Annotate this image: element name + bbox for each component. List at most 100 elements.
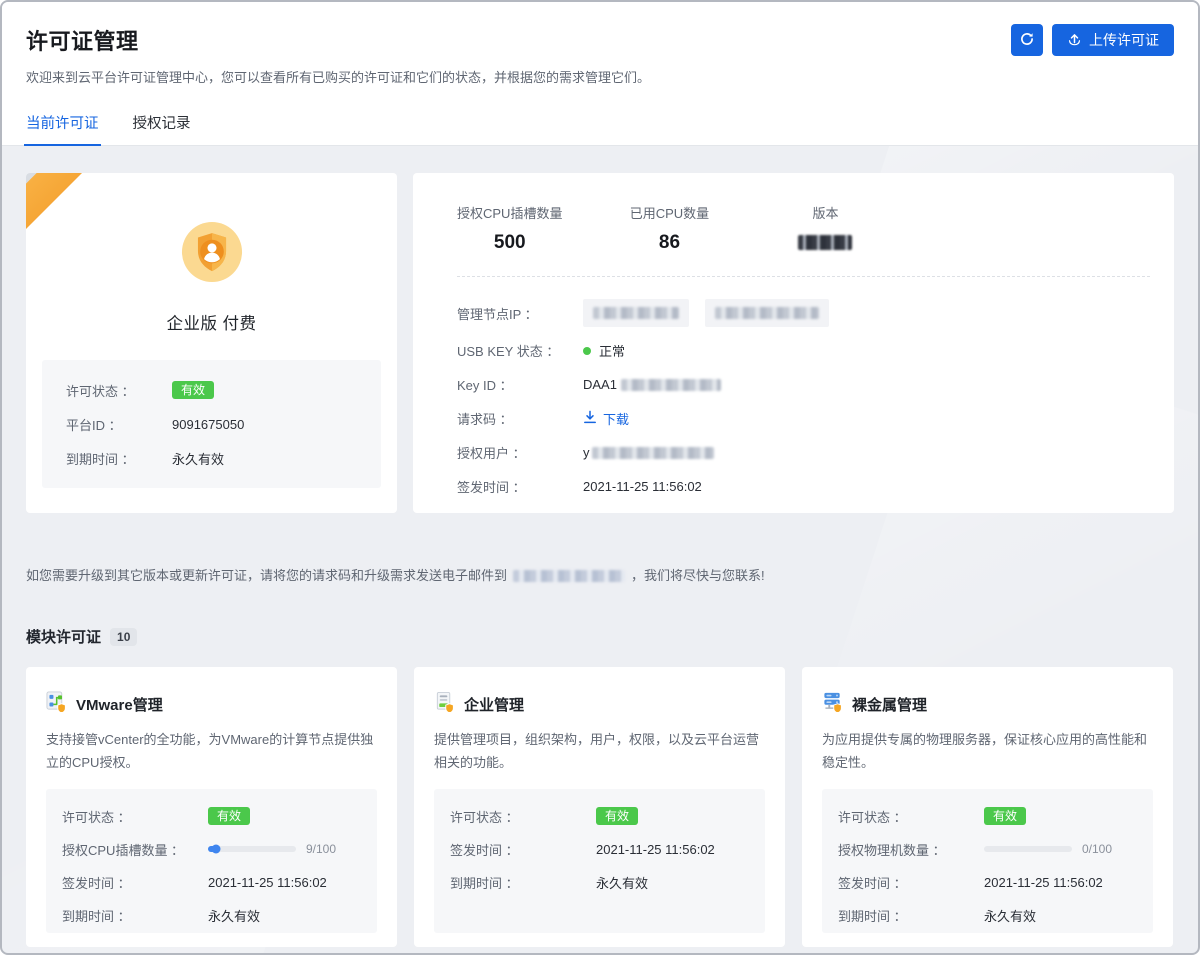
refresh-icon bbox=[1019, 31, 1035, 50]
module-description: 为应用提供专属的物理服务器，保证核心应用的高性能和稳定性。 bbox=[822, 729, 1153, 777]
key-id-label: Key ID ： bbox=[457, 375, 583, 394]
license-status-label: 许可状态 ： bbox=[66, 381, 172, 400]
expire-time-label: 到期时间 ： bbox=[66, 449, 172, 468]
progress-dot bbox=[211, 845, 220, 854]
header-actions: 上传许可证 bbox=[1011, 24, 1174, 56]
redacted-key-id bbox=[621, 379, 721, 391]
key-id-prefix: DAA1 bbox=[583, 377, 617, 392]
ip-pill bbox=[583, 299, 689, 327]
download-link-label: 下载 bbox=[603, 409, 629, 428]
license-info-box: 许可状态 ： 有效 平台ID ： 9091675050 到期时间 ： 永久有效 bbox=[42, 360, 381, 488]
module-cards-row: VMware管理 支持接管vCenter的全功能，为VMware的计算节点提供独… bbox=[26, 667, 1174, 947]
vmware-module-icon bbox=[46, 691, 67, 717]
management-node-ip-label: 管理节点IP ： bbox=[457, 304, 583, 323]
stat-authorized-cpu-slots: 授权CPU插槽数量 500 bbox=[457, 203, 562, 254]
expire-time-row: 到期时间 ： 永久有效 bbox=[66, 447, 357, 469]
license-edition: 企业版 付费 bbox=[26, 310, 397, 334]
authorized-user-row: 授权用户 ： y bbox=[457, 441, 1174, 463]
module-info-box: 许可状态 ： 有效 授权物理机数量 ： 0/100 bbox=[822, 789, 1153, 933]
expire-time-value: 永久有效 bbox=[172, 449, 357, 468]
module-expire-row: 到期时间 ： 永久有效 bbox=[838, 905, 1137, 925]
progress-track bbox=[984, 846, 1072, 852]
notice-text-after: ，我们将尽快与您联系! bbox=[631, 568, 765, 583]
redacted-ip bbox=[593, 307, 679, 319]
module-title: VMware管理 bbox=[76, 694, 163, 715]
module-description: 支持接管vCenter的全功能，为VMware的计算节点提供独立的CPU授权。 bbox=[46, 729, 377, 777]
issue-time-label: 签发时间 ： bbox=[457, 477, 583, 496]
redacted-version bbox=[798, 235, 852, 250]
module-status-row: 许可状态 ： 有效 bbox=[62, 806, 361, 826]
management-node-ip-row: 管理节点IP ： bbox=[457, 299, 1174, 327]
module-title: 企业管理 bbox=[464, 694, 524, 715]
content-area: 企业版 付费 许可状态 ： 有效 平台ID ： 9091675050 到期时间 … bbox=[2, 146, 1198, 947]
tab-bar: 当前许可证 授权记录 bbox=[26, 112, 1174, 145]
refresh-button[interactable] bbox=[1011, 24, 1043, 56]
module-description: 提供管理项目，组织架构，用户，权限，以及云平台运营相关的功能。 bbox=[434, 729, 765, 777]
page-title: 许可证管理 bbox=[26, 24, 139, 56]
tab-authorization-records[interactable]: 授权记录 bbox=[133, 112, 191, 145]
upload-license-button[interactable]: 上传许可证 bbox=[1052, 24, 1174, 56]
module-issue-value: 2021-11-25 11:56:02 bbox=[596, 842, 749, 857]
dashed-divider bbox=[457, 276, 1150, 277]
status-badge: 有效 bbox=[208, 807, 250, 825]
stat-version: 版本 bbox=[776, 203, 874, 254]
status-badge: 有效 bbox=[596, 807, 638, 825]
usb-key-status-label: USB KEY 状态 ： bbox=[457, 341, 583, 360]
module-quota-row: 授权CPU插槽数量 ： 9/100 bbox=[62, 839, 361, 859]
cpu-slot-progress: 9/100 bbox=[208, 842, 361, 856]
usb-key-status-value: 正常 bbox=[599, 344, 625, 359]
upgrade-notice: 如您需要升级到其它版本或更新许可证，请将您的请求码和升级需求发送电子邮件到 ，我们… bbox=[26, 565, 1174, 584]
module-title: 裸金属管理 bbox=[852, 694, 927, 715]
module-expire-value: 永久有效 bbox=[596, 873, 749, 892]
notice-text-before: 如您需要升级到其它版本或更新许可证，请将您的请求码和升级需求发送电子邮件到 bbox=[26, 568, 507, 583]
module-section-title: 模块许可证 bbox=[26, 626, 101, 647]
page-header: 许可证管理 上传许可证 欢迎来到云平台许可证管理中心，您可以查看所有已购买的许可… bbox=[2, 2, 1198, 146]
redacted-user bbox=[592, 447, 714, 459]
authorized-user-prefix: y bbox=[583, 445, 590, 460]
module-issue-value: 2021-11-25 11:56:02 bbox=[984, 875, 1137, 890]
module-expire-row: 到期时间 ： 永久有效 bbox=[62, 905, 361, 925]
module-info-box: 许可状态 ： 有效 授权CPU插槽数量 ： 9/100 bbox=[46, 789, 377, 933]
module-issue-value: 2021-11-25 11:56:02 bbox=[208, 875, 361, 890]
platform-id-label: 平台ID ： bbox=[66, 415, 172, 434]
stat-used-cpu: 已用CPU数量 86 bbox=[620, 203, 718, 254]
tab-current-license[interactable]: 当前许可证 bbox=[26, 112, 99, 145]
physical-machine-progress: 0/100 bbox=[984, 842, 1137, 856]
platform-id-value: 9091675050 bbox=[172, 417, 357, 432]
upload-icon bbox=[1067, 31, 1082, 49]
module-info-box: 许可状态 ： 有效 签发时间 ： 2021-11-25 11:56:02 到期时… bbox=[434, 789, 765, 933]
upload-button-label: 上传许可证 bbox=[1089, 30, 1159, 50]
module-expire-row: 到期时间 ： 永久有效 bbox=[450, 872, 749, 892]
issue-time-row: 签发时间 ： 2021-11-25 11:56:02 bbox=[457, 475, 1174, 497]
redacted-ip bbox=[715, 307, 819, 319]
module-quota-row: 授权物理机数量 ： 0/100 bbox=[838, 839, 1137, 859]
authorized-user-label: 授权用户 ： bbox=[457, 443, 583, 462]
module-section-header: 模块许可证 10 bbox=[26, 626, 1174, 647]
download-icon bbox=[583, 410, 597, 427]
issue-time-value: 2021-11-25 11:56:02 bbox=[583, 479, 1174, 494]
enterprise-module-icon bbox=[434, 691, 455, 717]
key-id-row: Key ID ： DAA1 bbox=[457, 373, 1174, 395]
request-code-row: 请求码 ： 下载 bbox=[457, 407, 1174, 429]
license-detail-panel: 授权CPU插槽数量 500 已用CPU数量 86 版本 管理节点IP bbox=[413, 173, 1174, 513]
status-badge: 有效 bbox=[984, 807, 1026, 825]
module-status-row: 许可状态 ： 有效 bbox=[838, 806, 1137, 826]
status-badge: 有效 bbox=[172, 381, 214, 399]
license-status-row: 许可状态 ： 有效 bbox=[66, 379, 357, 401]
module-issue-row: 签发时间 ： 2021-11-25 11:56:02 bbox=[838, 872, 1137, 892]
usb-key-status-row: USB KEY 状态 ： 正常 bbox=[457, 339, 1174, 361]
module-expire-value: 永久有效 bbox=[984, 906, 1137, 925]
module-count-badge: 10 bbox=[110, 628, 137, 646]
download-request-code-link[interactable]: 下载 bbox=[583, 409, 1174, 428]
progress-track bbox=[208, 846, 296, 852]
module-card-baremetal: 裸金属管理 为应用提供专属的物理服务器，保证核心应用的高性能和稳定性。 许可状态… bbox=[802, 667, 1173, 947]
baremetal-module-icon bbox=[822, 691, 843, 717]
platform-id-row: 平台ID ： 9091675050 bbox=[66, 413, 357, 435]
status-dot-green bbox=[583, 347, 591, 355]
stats-row: 授权CPU插槽数量 500 已用CPU数量 86 版本 bbox=[457, 203, 1174, 254]
page-subtitle: 欢迎来到云平台许可证管理中心，您可以查看所有已购买的许可证和它们的状态，并根据您… bbox=[26, 67, 1174, 86]
shield-user-icon bbox=[26, 221, 397, 288]
module-card-enterprise: 企业管理 提供管理项目，组织架构，用户，权限，以及云平台运营相关的功能。 许可状… bbox=[414, 667, 785, 947]
module-issue-row: 签发时间 ： 2021-11-25 11:56:02 bbox=[450, 839, 749, 859]
license-management-page: 许可证管理 上传许可证 欢迎来到云平台许可证管理中心，您可以查看所有已购买的许可… bbox=[0, 0, 1200, 955]
